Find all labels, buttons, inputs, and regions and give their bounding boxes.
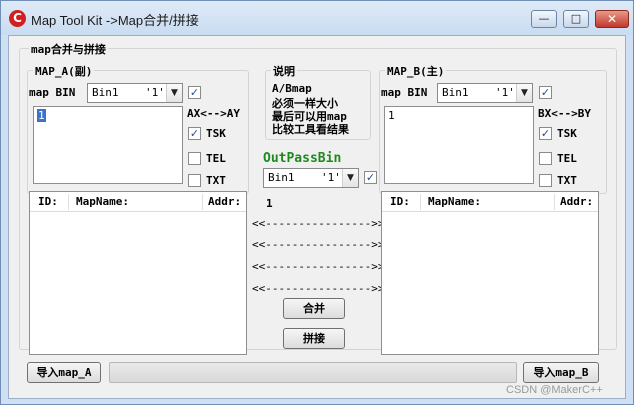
splice-button[interactable]: 拼接 [283, 328, 345, 349]
maximize-button[interactable]: □ [563, 10, 589, 28]
title-bar[interactable]: C Map Tool Kit ->Map合并/拼接 — □ ✕ [1, 1, 633, 35]
map-b-txt-label: TXT [557, 174, 577, 187]
window-title: Map Tool Kit ->Map合并/拼接 [31, 13, 199, 28]
progress-bar [109, 362, 517, 383]
watermark-text: CSDN @MakerC++ [506, 384, 603, 396]
map-a-axis-label: AX<-->AY [187, 107, 240, 120]
outpass-bin-combo[interactable]: Bin1 '1' ▼ [263, 168, 359, 188]
map-a-list[interactable]: ID: MapName: Addr: [29, 191, 247, 355]
map-a-col-mapname[interactable]: MapName: [76, 195, 129, 208]
map-b-bin-checkbox[interactable] [539, 86, 552, 99]
map-a-tel-label: TEL [206, 152, 226, 165]
import-map-a-button[interactable]: 导入map_A [27, 362, 101, 383]
column-divider [554, 194, 555, 210]
merge-button[interactable]: 合并 [283, 298, 345, 319]
import-map-b-button[interactable]: 导入map_B [523, 362, 599, 383]
map-a-col-id[interactable]: ID: [38, 195, 58, 208]
minimize-icon: — [538, 12, 550, 25]
map-a-group-label: MAP_A(副) [33, 63, 95, 79]
app-logo-icon: C [9, 10, 26, 27]
map-b-bin-combo[interactable]: Bin1 '1' ▼ [437, 83, 533, 103]
maximize-icon: □ [570, 12, 582, 25]
arrow-row: <<---------------->> [252, 238, 385, 251]
map-a-list-header: ID: MapName: Addr: [30, 192, 246, 212]
map-a-bin-combo[interactable]: Bin1 '1' ▼ [87, 83, 183, 103]
arrow-row: <<---------------->> [252, 217, 385, 230]
map-b-input[interactable]: 1 [384, 106, 534, 184]
chevron-down-icon[interactable]: ▼ [166, 84, 182, 102]
column-divider [202, 194, 203, 210]
map-b-tel-checkbox[interactable] [539, 152, 552, 165]
close-button[interactable]: ✕ [595, 10, 629, 28]
map-b-tsk-checkbox[interactable] [539, 127, 552, 140]
map-a-bin-checkbox[interactable] [188, 86, 201, 99]
map-a-tel-checkbox[interactable] [188, 152, 201, 165]
map-b-bin-label: map BIN [381, 86, 428, 99]
map-b-list-header: ID: MapName: Addr: [382, 192, 598, 212]
map-a-col-addr[interactable]: Addr: [208, 195, 241, 208]
notes-title: 说明 [271, 63, 297, 79]
arrow-row: <<---------------->> [252, 260, 385, 273]
map-b-col-addr[interactable]: Addr: [560, 195, 593, 208]
map-a-bin-value: Bin1 '1' [92, 86, 165, 99]
client-area: map合并与拼接 MAP_A(副) map BIN Bin1 '1' ▼ 1 A… [8, 35, 626, 399]
app-window: C Map Tool Kit ->Map合并/拼接 — □ ✕ map合并与拼接… [0, 0, 634, 405]
outpass-label: OutPassBin [263, 151, 342, 166]
map-a-input[interactable]: 1 [33, 106, 183, 184]
merge-group-label: map合并与拼接 [29, 41, 108, 57]
map-a-txt-checkbox[interactable] [188, 174, 201, 187]
map-b-col-mapname[interactable]: MapName: [428, 195, 481, 208]
map-b-input-value: 1 [388, 109, 395, 122]
arrow-row: <<---------------->> [252, 282, 385, 295]
map-a-txt-label: TXT [206, 174, 226, 187]
map-b-tsk-label: TSK [557, 127, 577, 140]
map-a-tsk-checkbox[interactable] [188, 127, 201, 140]
chevron-down-icon[interactable]: ▼ [516, 84, 532, 102]
map-b-bin-value: Bin1 '1' [442, 86, 515, 99]
column-divider [420, 194, 421, 210]
map-b-col-id[interactable]: ID: [390, 195, 410, 208]
note-line: 比较工具看结果 [272, 123, 349, 136]
note-line: A/Bmap [272, 82, 312, 95]
chevron-down-icon[interactable]: ▼ [342, 169, 358, 187]
map-a-tsk-label: TSK [206, 127, 226, 140]
outpass-checkbox[interactable] [364, 171, 377, 184]
map-b-txt-checkbox[interactable] [539, 174, 552, 187]
map-a-input-value: 1 [37, 109, 46, 122]
map-b-list[interactable]: ID: MapName: Addr: [381, 191, 599, 355]
close-icon: ✕ [606, 12, 618, 26]
outpass-bin-value: Bin1 '1' [268, 171, 341, 184]
map-b-tel-label: TEL [557, 152, 577, 165]
outpass-value: 1 [266, 197, 273, 210]
map-b-axis-label: BX<-->BY [538, 107, 591, 120]
column-divider [68, 194, 69, 210]
map-b-group-label: MAP_B(主) [385, 63, 447, 79]
map-a-bin-label: map BIN [29, 86, 76, 99]
minimize-button[interactable]: — [531, 10, 557, 28]
